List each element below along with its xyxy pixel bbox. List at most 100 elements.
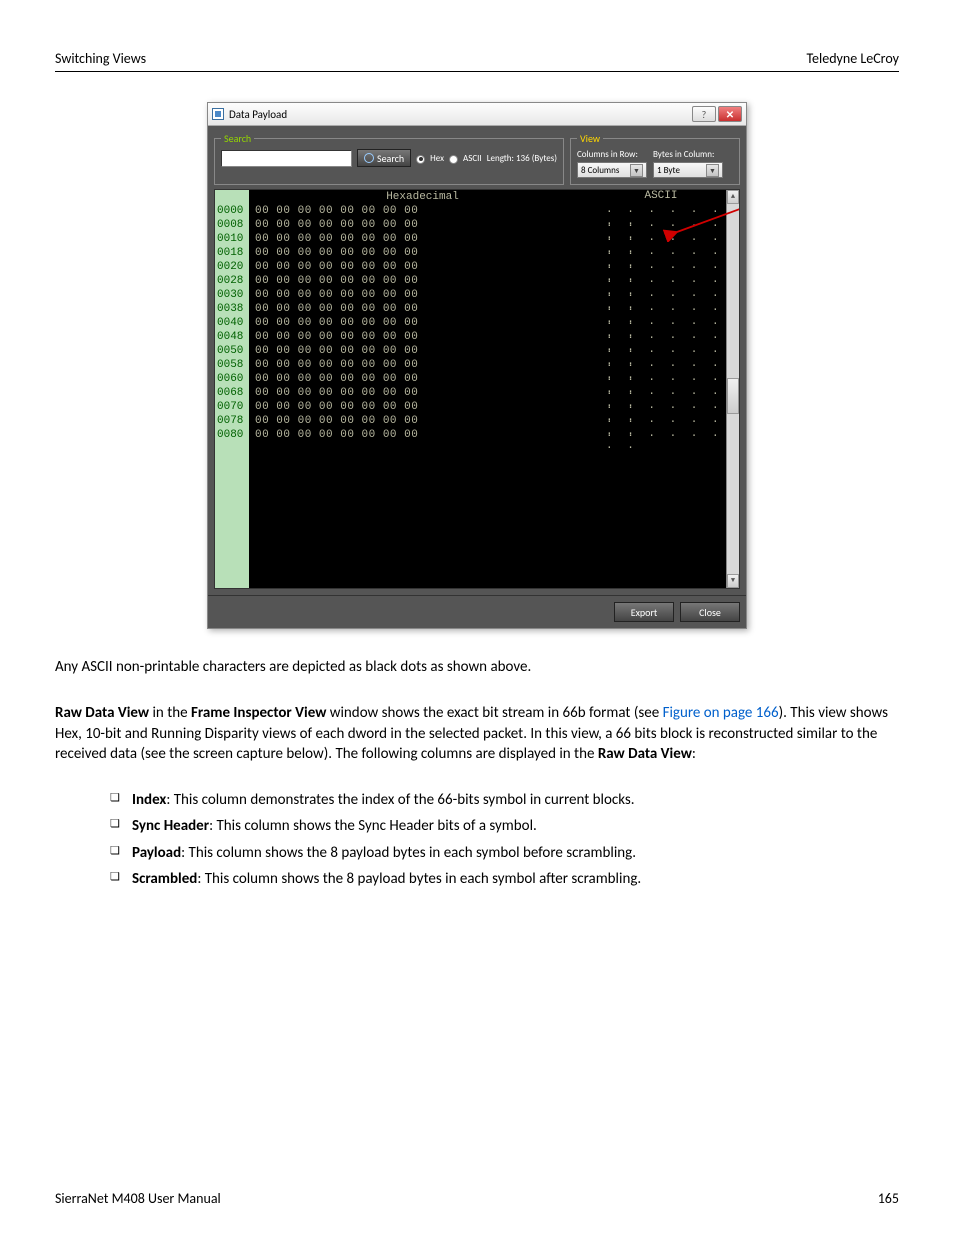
- hex-column: Hexadecimal 00 00 00 00 00 00 00 0000 00…: [249, 190, 596, 588]
- page-header: Switching Views Teledyne LeCroy: [55, 50, 899, 72]
- offset-cell: 0030: [217, 288, 249, 302]
- ascii-row: . . . . . . . .: [606, 330, 726, 344]
- figure-link[interactable]: Figure on page 166: [663, 704, 779, 722]
- ascii-row: . . . . . . . .: [606, 316, 726, 330]
- hex-row: 00 00 00 00 00 00 00 00: [255, 204, 596, 218]
- help-button[interactable]: ?: [692, 106, 716, 122]
- vertical-scrollbar[interactable]: ▲ ▼: [726, 190, 739, 588]
- hex-row: 00 00 00 00 00 00 00 00: [255, 246, 596, 260]
- offset-cell: 0040: [217, 316, 249, 330]
- ascii-radio-label: ASCII: [463, 153, 482, 164]
- paragraph-2: Raw Data View in the Frame Inspector Vie…: [55, 703, 899, 764]
- hex-radio-label: Hex: [430, 153, 444, 164]
- ascii-row: . . . . . . . .: [606, 232, 726, 246]
- offset-cell: 0028: [217, 274, 249, 288]
- search-icon: [364, 153, 374, 163]
- ascii-row: . . . . . . . .: [606, 386, 726, 400]
- chevron-down-icon: ▼: [706, 164, 719, 177]
- hex-row: 00 00 00 00 00 00 00 00: [255, 414, 596, 428]
- list-item: Sync Header: This column shows the Sync …: [110, 816, 899, 836]
- hex-radio[interactable]: [416, 155, 425, 164]
- footer-right: 165: [878, 1190, 899, 1207]
- hex-row: 00 00 00 00 00 00 00 00: [255, 316, 596, 330]
- hex-row: 00 00 00 00 00 00 00 00: [255, 344, 596, 358]
- offset-cell: 0060: [217, 372, 249, 386]
- hex-row: 00 00 00 00 00 00 00 00: [255, 288, 596, 302]
- chevron-down-icon: ▼: [630, 164, 643, 177]
- offset-cell: 0018: [217, 246, 249, 260]
- footer-left: SierraNet M408 User Manual: [55, 1190, 221, 1207]
- hex-viewer: 0000000800100018002000280030003800400048…: [214, 189, 740, 589]
- hex-row: 00 00 00 00 00 00 00 00: [255, 330, 596, 344]
- ascii-row: . . . . . . . .: [606, 400, 726, 414]
- ascii-row: . . . . . . . .: [606, 428, 726, 442]
- search-legend: Search: [221, 132, 254, 145]
- ascii-row: . . . . . . . .: [606, 218, 726, 232]
- ascii-radio[interactable]: [449, 155, 458, 164]
- ascii-row: . . . . . . . .: [606, 260, 726, 274]
- bytes-in-col-label: Bytes in Column:: [653, 149, 723, 160]
- page-footer: SierraNet M408 User Manual 165: [55, 1190, 899, 1207]
- ascii-row: . . . . . . . .: [606, 274, 726, 288]
- hex-row: 00 00 00 00 00 00 00 00: [255, 302, 596, 316]
- list-item: Index: This column demonstrates the inde…: [110, 790, 899, 810]
- hex-row: 00 00 00 00 00 00 00 00: [255, 274, 596, 288]
- search-group: Search Search Hex ASCII Length: 136 (Byt…: [214, 132, 564, 185]
- hex-row: 00 00 00 00 00 00 00 00: [255, 232, 596, 246]
- ascii-row: . . . . . . . .: [606, 246, 726, 260]
- offset-cell: 0050: [217, 344, 249, 358]
- close-button[interactable]: Close: [680, 602, 740, 622]
- ascii-row: . . . . . . . .: [606, 344, 726, 358]
- hex-row: 00 00 00 00 00 00 00 00: [255, 386, 596, 400]
- list-item: Payload: This column shows the 8 payload…: [110, 843, 899, 863]
- ascii-row: . . . . . . . .: [606, 204, 726, 218]
- scroll-up-icon[interactable]: ▲: [727, 190, 739, 204]
- app-icon: [212, 108, 224, 120]
- offset-cell: 0008: [217, 218, 249, 232]
- hex-row: 00 00 00 00 00 00 00 00: [255, 358, 596, 372]
- offset-cell: 0058: [217, 358, 249, 372]
- ascii-row: . . . . . . . .: [606, 358, 726, 372]
- ascii-row: . . . . . . . .: [606, 414, 726, 428]
- dialog-titlebar: Data Payload ? ✕: [208, 103, 746, 126]
- hex-row: 00 00 00 00 00 00 00 00: [255, 372, 596, 386]
- search-button[interactable]: Search: [357, 149, 411, 167]
- ascii-column: ASCII . . . . . . . .. . . . . . . .. . …: [596, 190, 726, 588]
- export-button[interactable]: Export: [614, 602, 674, 622]
- bytes-in-col-select[interactable]: 1 Byte▼: [653, 162, 723, 178]
- ascii-row: . . . . . . . .: [606, 288, 726, 302]
- offset-cell: 0020: [217, 260, 249, 274]
- dialog-title: Data Payload: [229, 108, 692, 121]
- offset-cell: 0068: [217, 386, 249, 400]
- close-x-button[interactable]: ✕: [718, 106, 742, 122]
- offset-gutter: 0000000800100018002000280030003800400048…: [215, 190, 249, 588]
- hex-row: 00 00 00 00 00 00 00 00: [255, 260, 596, 274]
- header-left: Switching Views: [55, 50, 146, 67]
- ascii-column-header: ASCII: [596, 190, 726, 204]
- length-label: Length: 136 (Bytes): [487, 153, 557, 164]
- view-group: View Columns in Row: 8 Columns▼ Bytes in…: [570, 132, 740, 185]
- hex-row: 00 00 00 00 00 00 00 00: [255, 218, 596, 232]
- cols-in-row-label: Columns in Row:: [577, 149, 647, 160]
- hex-column-header: Hexadecimal: [249, 190, 596, 204]
- hex-row: 00 00 00 00 00 00 00 00: [255, 400, 596, 414]
- scroll-down-icon[interactable]: ▼: [727, 574, 739, 588]
- offset-cell: 0070: [217, 400, 249, 414]
- view-legend: View: [577, 132, 603, 145]
- hex-row: 00 00 00 00 00 00 00 00: [255, 428, 596, 442]
- paragraph-1: Any ASCII non-printable characters are d…: [55, 657, 899, 677]
- column-list: Index: This column demonstrates the inde…: [55, 790, 899, 889]
- offset-cell: 0078: [217, 414, 249, 428]
- search-input[interactable]: [221, 150, 352, 167]
- data-payload-dialog: Data Payload ? ✕ Search Search Hex ASCII…: [207, 102, 747, 629]
- scroll-thumb[interactable]: [727, 378, 739, 414]
- cols-in-row-select[interactable]: 8 Columns▼: [577, 162, 647, 178]
- ascii-row: . . . . . . . .: [606, 302, 726, 316]
- header-right: Teledyne LeCroy: [806, 50, 899, 67]
- offset-cell: 0080: [217, 428, 249, 442]
- offset-cell: 0048: [217, 330, 249, 344]
- offset-cell: 0000: [217, 204, 249, 218]
- ascii-row: . . . . . . . .: [606, 372, 726, 386]
- offset-cell: 0010: [217, 232, 249, 246]
- offset-cell: 0038: [217, 302, 249, 316]
